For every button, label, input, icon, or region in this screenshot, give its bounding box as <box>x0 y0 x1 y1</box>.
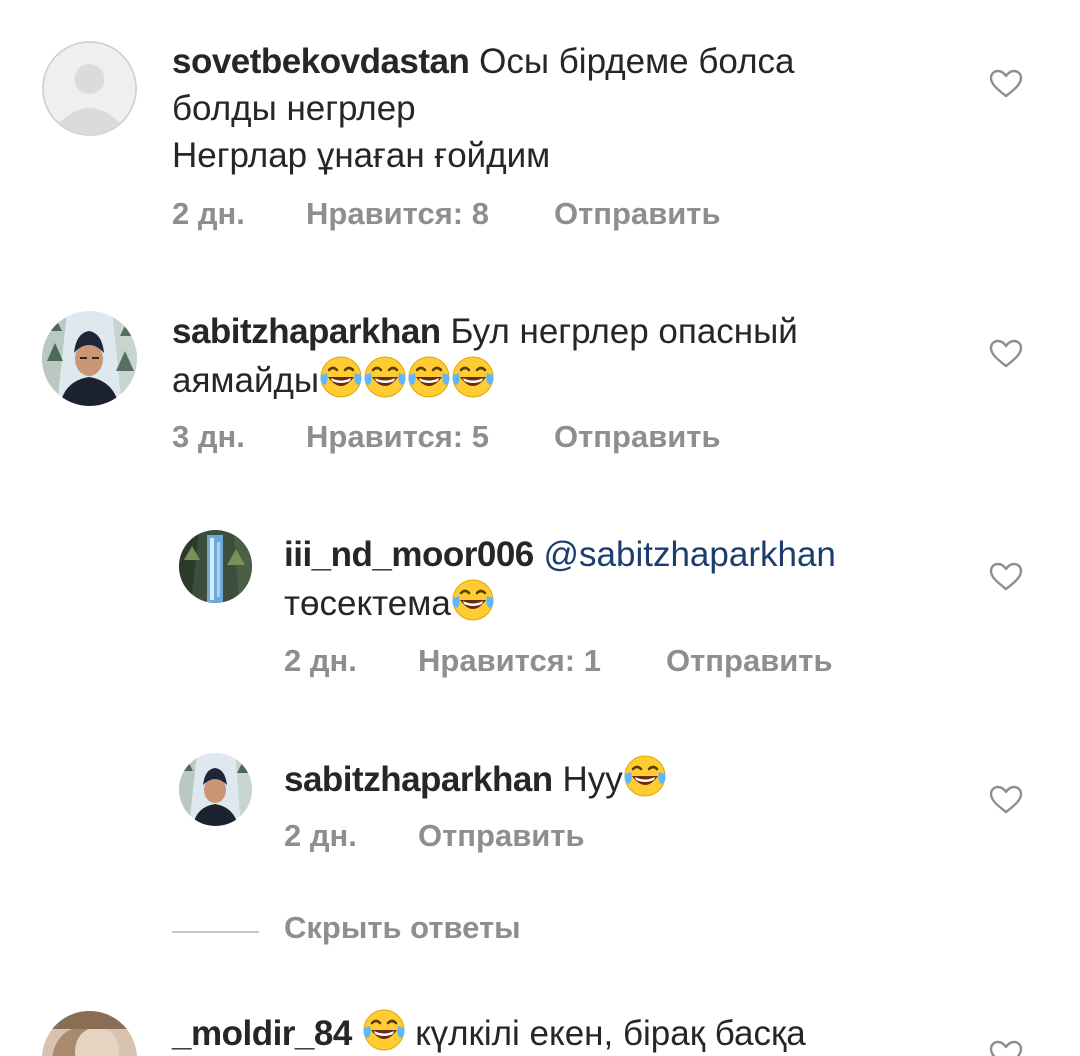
face-with-tears-of-joy-emoji <box>451 355 495 399</box>
timestamp: 2 дн. <box>284 643 357 678</box>
hide-replies-label[interactable]: Скрыть ответы <box>284 910 521 946</box>
mention-link[interactable]: @sabitzhaparkhan <box>544 535 836 574</box>
likes-count[interactable]: Нравится: 5 <box>306 419 489 455</box>
comment-text: Бул негрлер опасный <box>450 312 798 351</box>
comment-body: sabitzhaparkhan Бул негрлер опасный аяма… <box>172 308 798 404</box>
comment-text: аямайды <box>172 361 320 400</box>
avatar[interactable] <box>179 753 252 826</box>
avatar[interactable] <box>42 41 137 136</box>
timestamp: 2 дн. <box>284 818 357 853</box>
face-with-tears-of-joy-emoji <box>363 355 407 399</box>
face-with-tears-of-joy-emoji <box>451 578 495 622</box>
face-with-tears-of-joy-emoji <box>407 355 451 399</box>
username[interactable]: _moldir_84 <box>172 1014 352 1053</box>
divider <box>172 931 259 933</box>
avatar[interactable] <box>42 1011 137 1056</box>
comment-text: Осы бірдеме болса <box>479 42 795 81</box>
username[interactable]: sovetbekovdastan <box>172 42 470 81</box>
username[interactable]: sabitzhaparkhan <box>172 312 441 351</box>
face-with-tears-of-joy-emoji <box>319 355 363 399</box>
comments-screen: sovetbekovdastan Осы бірдеме болса болды… <box>0 0 1080 1056</box>
face-with-tears-of-joy-emoji <box>362 1008 406 1052</box>
heart-outline-icon[interactable] <box>989 1040 1023 1056</box>
comment-body: _moldir_84 күлкілі екен, бірақ басқа <box>172 1008 806 1056</box>
heart-outline-icon[interactable] <box>989 785 1023 815</box>
reply-button[interactable]: Отправить <box>554 419 721 455</box>
heart-outline-icon[interactable] <box>989 562 1023 592</box>
timestamp: 3 дн. <box>172 419 245 454</box>
comment-text: болды негрлер <box>172 89 416 128</box>
likes-count[interactable]: Нравится: 8 <box>306 196 489 232</box>
likes-count[interactable]: Нравится: 1 <box>418 643 601 679</box>
comment-text: Негрлар ұнаған ғойдим <box>172 136 551 175</box>
timestamp: 2 дн. <box>172 196 245 231</box>
avatar[interactable] <box>42 311 137 406</box>
comment-text: күлкілі екен, бірақ басқа <box>415 1014 806 1053</box>
reply-button[interactable]: Отправить <box>666 643 833 679</box>
username[interactable]: iii_nd_moor006 <box>284 535 534 574</box>
comment-body: iii_nd_moor006 @sabitzhaparkhan төсектем… <box>284 531 836 627</box>
comment-body: sovetbekovdastan Осы бірдеме болса болды… <box>172 38 795 179</box>
reply-button[interactable]: Отправить <box>418 818 585 854</box>
comment-body: sabitzhaparkhan Нуу <box>284 754 667 803</box>
face-with-tears-of-joy-emoji <box>623 754 667 798</box>
username[interactable]: sabitzhaparkhan <box>284 760 553 799</box>
comment-text: Нуу <box>562 760 623 799</box>
heart-outline-icon[interactable] <box>989 339 1023 369</box>
reply-button[interactable]: Отправить <box>554 196 721 232</box>
comment-text: төсектема <box>284 584 451 623</box>
heart-outline-icon[interactable] <box>989 69 1023 99</box>
avatar[interactable] <box>179 530 252 603</box>
